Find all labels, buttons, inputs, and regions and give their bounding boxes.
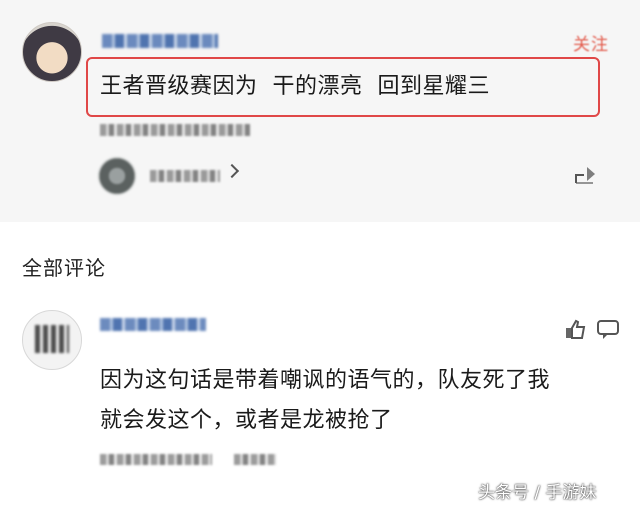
comment-timestamp-obscured <box>100 454 212 465</box>
timestamp-obscured <box>100 124 250 136</box>
author-name-obscured[interactable] <box>102 34 218 48</box>
reply-count-obscured[interactable] <box>150 170 220 182</box>
section-divider <box>0 222 640 232</box>
comment-reply-link-obscured[interactable] <box>234 454 276 465</box>
replier-avatar[interactable] <box>98 157 136 195</box>
reply-icon[interactable] <box>596 318 620 340</box>
comment-body-line-1: 因为这句话是带着嘲讽的语气的，队友死了我 <box>100 368 551 393</box>
watermark: 头条号 / 手游妹 <box>478 483 597 503</box>
all-comments-title: 全部评论 <box>22 256 106 280</box>
original-comment-text: 王者晋级赛因为 干的漂亮 回到星耀三 <box>100 74 490 99</box>
commenter-name-obscured[interactable] <box>100 318 206 331</box>
share-icon[interactable] <box>573 163 599 187</box>
author-avatar[interactable] <box>22 22 82 82</box>
comment-body-line-2: 就会发这个，或者是龙被抢了 <box>100 408 393 433</box>
follow-button[interactable]: 关注 <box>573 30 609 55</box>
like-icon[interactable] <box>563 318 589 340</box>
commenter-avatar[interactable] <box>22 310 82 370</box>
